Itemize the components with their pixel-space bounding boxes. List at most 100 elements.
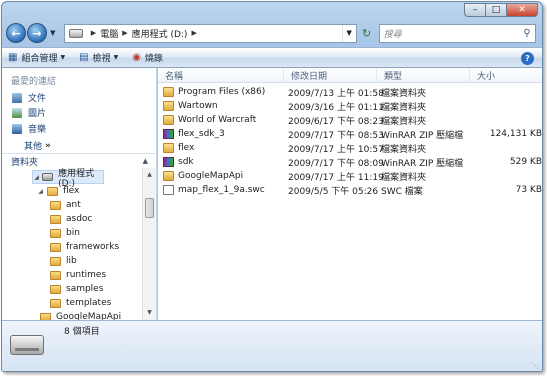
chevron-right-icon[interactable]: ▶ [91, 29, 96, 37]
views-button[interactable]: ▤ 檢視 ▼ [79, 51, 118, 64]
favorite-more-link[interactable]: 其他 » [24, 139, 51, 153]
back-button[interactable]: ← [6, 23, 26, 43]
scroll-down-icon[interactable]: ▼ [143, 307, 156, 319]
file-type: 檔案資料夾 [381, 88, 427, 99]
file-name: Wartown [178, 101, 218, 111]
forward-button[interactable]: → [26, 23, 47, 43]
navigation-pane: 最愛的連結 文件 圖片 音樂 其他 » 資料夾 ▲ ◢ 應用程式 (D:) ◢ … [2, 68, 157, 320]
file-row[interactable]: map_flex_1_9a.swc 2009/5/5 下午 05:26 SWC … [158, 183, 542, 197]
file-size: 529 KB [509, 157, 542, 167]
expander-icon[interactable]: ◢ [36, 188, 45, 195]
tree-item-googlemapapi[interactable]: GoogleMapApi [40, 310, 121, 320]
chevron-up-icon: ▲ [142, 157, 148, 165]
organize-label: 組合管理 [21, 54, 58, 64]
file-size [470, 113, 542, 127]
breadcrumb-drive[interactable]: 應用程式 (D:) [132, 27, 188, 40]
folder-icon [40, 312, 51, 320]
scroll-up-icon[interactable]: ▲ [143, 169, 156, 181]
file-type: 檔案資料夾 [381, 144, 427, 155]
views-icon: ▤ [79, 52, 89, 63]
tree-item-ant[interactable]: ant [50, 198, 81, 212]
scrollbar-thumb[interactable] [145, 198, 154, 218]
explorer-window: – □ ✕ ← → ▼ ▶ 電腦 ▶ 應用程式 (D:) ▶ ▼ ↻ 搜尋 ⚲ … [1, 1, 543, 372]
folder-icon [50, 200, 61, 210]
more-label: 其他 [24, 142, 43, 152]
breadcrumb-computer[interactable]: 電腦 [100, 27, 118, 40]
expander-icon[interactable]: ◢ [33, 174, 40, 181]
file-name: flex [178, 143, 195, 153]
folder-tree-scrollbar[interactable]: ▲ ▼ [142, 168, 156, 320]
views-label: 檢視 [92, 54, 111, 64]
favorite-label: 文件 [28, 94, 47, 104]
address-bar[interactable]: ▶ 電腦 ▶ 應用程式 (D:) ▶ ▼ [63, 23, 357, 43]
winrar-archive-icon [163, 129, 174, 139]
tree-item-flex[interactable]: ◢ flex [36, 184, 79, 198]
favorite-music[interactable]: 音樂 [12, 122, 46, 135]
file-row[interactable]: Wartown 2009/3/16 上午 01:11 檔案資料夾 [158, 99, 542, 113]
folder-icon [50, 214, 61, 224]
folder-icon [50, 228, 61, 238]
folder-icon [47, 186, 58, 196]
tree-item-runtimes[interactable]: runtimes [50, 268, 106, 282]
resize-grip-icon[interactable]: ⋱ [531, 361, 539, 370]
file-row[interactable]: sdk 2009/7/17 下午 08:09 WinRAR ZIP 壓縮檔 52… [158, 155, 542, 169]
organize-button[interactable]: ▦ 組合管理 ▼ [8, 51, 65, 64]
address-dropdown-button[interactable]: ▼ [341, 24, 356, 42]
burn-disc-icon: ◉ [132, 52, 141, 63]
burn-button[interactable]: ◉ 燒錄 [132, 51, 163, 64]
refresh-icon: ↻ [362, 26, 372, 40]
favorite-documents[interactable]: 文件 [12, 91, 46, 104]
file-name: map_flex_1_9a.swc [178, 185, 265, 195]
column-header-size[interactable]: 大小 [470, 68, 542, 83]
recent-pages-dropdown[interactable]: ▼ [48, 26, 58, 40]
file-row[interactable]: flex_sdk_3 2009/7/17 下午 08:53 WinRAR ZIP… [158, 127, 542, 141]
folder-icon [163, 87, 174, 97]
folder-icon [163, 171, 174, 181]
music-icon [12, 123, 22, 134]
folder-icon [50, 242, 61, 252]
file-date: 2009/3/16 上午 01:11 [288, 102, 384, 113]
tree-item-templates[interactable]: templates [50, 296, 111, 310]
chevron-down-icon: ▼ [113, 54, 119, 61]
column-header-name[interactable]: 名稱 [158, 68, 284, 83]
file-row[interactable]: Program Files (x86) 2009/7/13 上午 01:58 檔… [158, 85, 542, 99]
file-size [470, 169, 542, 183]
folder-icon [163, 143, 174, 153]
file-row[interactable]: World of Warcraft 2009/6/17 下午 08:23 檔案資… [158, 113, 542, 127]
file-date: 2009/5/5 下午 05:26 [288, 186, 379, 197]
chevron-right-icon[interactable]: ▶ [191, 29, 196, 37]
close-button[interactable]: ✕ [506, 3, 538, 17]
tree-item-bin[interactable]: bin [50, 226, 80, 240]
file-size [470, 85, 542, 99]
maximize-button[interactable]: □ [485, 3, 506, 17]
tree-item-lib[interactable]: lib [50, 254, 77, 268]
help-button[interactable]: ? [521, 52, 534, 65]
tree-item-drive-d[interactable]: ◢ 應用程式 (D:) [32, 169, 104, 189]
file-size: 73 KB [515, 185, 542, 195]
file-name: Program Files (x86) [178, 87, 266, 97]
refresh-button[interactable]: ↻ [359, 24, 375, 43]
tree-item-frameworks[interactable]: frameworks [50, 240, 119, 254]
documents-icon [12, 92, 22, 103]
file-name: World of Warcraft [178, 115, 257, 125]
file-row[interactable]: flex 2009/7/17 上午 10:57 檔案資料夾 [158, 141, 542, 155]
tree-item-label: ant [66, 200, 81, 210]
file-type: 檔案資料夾 [381, 172, 427, 183]
folder-icon [50, 270, 61, 280]
tree-item-asdoc[interactable]: asdoc [50, 212, 92, 226]
file-size [470, 141, 542, 155]
tree-item-samples[interactable]: samples [50, 282, 103, 296]
file-type: SWC 檔案 [381, 186, 423, 197]
search-icon[interactable]: ⚲ [519, 28, 535, 39]
file-row[interactable]: GoogleMapApi 2009/7/17 上午 11:19 檔案資料夾 [158, 169, 542, 183]
column-header-date-modified[interactable]: 修改日期 [284, 68, 377, 83]
search-input[interactable]: 搜尋 ⚲ [378, 23, 536, 43]
minimize-button[interactable]: – [464, 3, 485, 17]
file-date: 2009/7/17 上午 10:57 [288, 144, 384, 155]
column-header-type[interactable]: 類型 [377, 68, 470, 83]
tree-item-label: runtimes [66, 270, 107, 280]
folders-header[interactable]: 資料夾 ▲ [2, 153, 156, 168]
chevron-right-icon[interactable]: ▶ [122, 29, 127, 37]
favorite-pictures[interactable]: 圖片 [12, 106, 46, 119]
chevron-down-icon: ▼ [60, 54, 66, 61]
